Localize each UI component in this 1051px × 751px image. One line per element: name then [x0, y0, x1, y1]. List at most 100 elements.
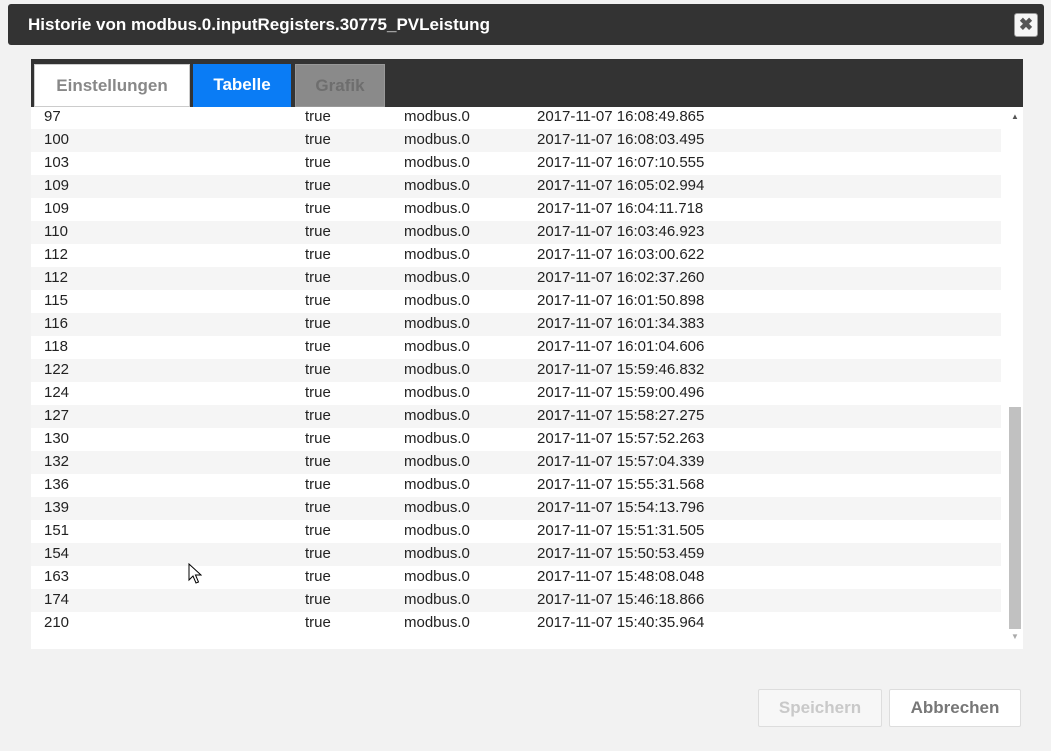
- cell-timestamp: 2017-11-07 15:59:00.496: [537, 384, 705, 401]
- tab-settings[interactable]: Einstellungen: [34, 64, 190, 107]
- table-row[interactable]: 118 true modbus.0 2017-11-07 16:01:04.606: [31, 336, 1001, 359]
- cell-value: 103: [44, 154, 70, 171]
- cell-from: modbus.0: [404, 384, 470, 401]
- cell-from: modbus.0: [404, 453, 470, 470]
- cell-value: 154: [44, 545, 70, 562]
- table-row[interactable]: 97 true modbus.0 2017-11-07 16:08:49.865: [31, 107, 1001, 129]
- cell-value: 210: [44, 614, 70, 631]
- cell-ack: true: [305, 269, 331, 286]
- cell-ack: true: [305, 591, 331, 608]
- table-row[interactable]: 124 true modbus.0 2017-11-07 15:59:00.496: [31, 382, 1001, 405]
- cell-value: 132: [44, 453, 70, 470]
- cell-value: 130: [44, 430, 70, 447]
- cell-timestamp: 2017-11-07 15:55:31.568: [537, 476, 705, 493]
- cell-ack: true: [305, 246, 331, 263]
- cell-value: 109: [44, 177, 70, 194]
- cell-from: modbus.0: [404, 154, 470, 171]
- cell-ack: true: [305, 407, 331, 424]
- table-row[interactable]: 109 true modbus.0 2017-11-07 16:05:02.994: [31, 175, 1001, 198]
- cell-timestamp: 2017-11-07 16:07:10.555: [537, 154, 705, 171]
- cell-timestamp: 2017-11-07 15:59:46.832: [537, 361, 705, 378]
- mouse-pointer-icon: [188, 563, 202, 584]
- cell-ack: true: [305, 568, 331, 585]
- cell-from: modbus.0: [404, 131, 470, 148]
- cell-value: 116: [44, 315, 68, 332]
- cell-value: 127: [44, 407, 70, 424]
- table-row[interactable]: 116 true modbus.0 2017-11-07 16:01:34.383: [31, 313, 1001, 336]
- table-row[interactable]: 210 true modbus.0 2017-11-07 15:40:35.964: [31, 612, 1001, 635]
- cell-ack: true: [305, 614, 331, 631]
- cell-from: modbus.0: [404, 361, 470, 378]
- table-row[interactable]: 163 true modbus.0 2017-11-07 15:48:08.048: [31, 566, 1001, 589]
- cell-value: 115: [44, 292, 68, 309]
- cell-timestamp: 2017-11-07 16:08:49.865: [537, 108, 705, 125]
- cell-from: modbus.0: [404, 200, 470, 217]
- cell-ack: true: [305, 223, 331, 240]
- table-row[interactable]: 110 true modbus.0 2017-11-07 16:03:46.923: [31, 221, 1001, 244]
- table-row[interactable]: 115 true modbus.0 2017-11-07 16:01:50.898: [31, 290, 1001, 313]
- cell-value: 139: [44, 499, 70, 516]
- cell-value: 151: [44, 522, 70, 539]
- cell-value: 163: [44, 568, 70, 585]
- cell-from: modbus.0: [404, 499, 470, 516]
- cell-ack: true: [305, 338, 331, 355]
- scrollbar-thumb[interactable]: [1009, 407, 1021, 629]
- table-row[interactable]: 132 true modbus.0 2017-11-07 15:57:04.339: [31, 451, 1001, 474]
- cell-ack: true: [305, 177, 331, 194]
- table-row[interactable]: 174 true modbus.0 2017-11-07 15:46:18.866: [31, 589, 1001, 612]
- dialog-titlebar: Historie von modbus.0.inputRegisters.307…: [8, 4, 1044, 45]
- table-row[interactable]: 122 true modbus.0 2017-11-07 15:59:46.832: [31, 359, 1001, 382]
- table-row[interactable]: 130 true modbus.0 2017-11-07 15:57:52.263: [31, 428, 1001, 451]
- cell-from: modbus.0: [404, 177, 470, 194]
- cell-from: modbus.0: [404, 269, 470, 286]
- table-row[interactable]: 151 true modbus.0 2017-11-07 15:51:31.505: [31, 520, 1001, 543]
- cell-ack: true: [305, 545, 331, 562]
- cell-from: modbus.0: [404, 108, 470, 125]
- table-row[interactable]: 154 true modbus.0 2017-11-07 15:50:53.459: [31, 543, 1001, 566]
- dialog-title: Historie von modbus.0.inputRegisters.307…: [28, 15, 490, 34]
- table-row[interactable]: 139 true modbus.0 2017-11-07 15:54:13.796: [31, 497, 1001, 520]
- cell-value: 100: [44, 131, 70, 148]
- cell-ack: true: [305, 476, 331, 493]
- table-row[interactable]: 103 true modbus.0 2017-11-07 16:07:10.555: [31, 152, 1001, 175]
- cell-value: 97: [44, 108, 61, 125]
- cell-ack: true: [305, 361, 331, 378]
- cell-from: modbus.0: [404, 568, 470, 585]
- tab-chart[interactable]: Grafik: [295, 64, 385, 107]
- table-row[interactable]: 127 true modbus.0 2017-11-07 15:58:27.275: [31, 405, 1001, 428]
- cell-ack: true: [305, 154, 331, 171]
- cell-value: 124: [44, 384, 70, 401]
- table-row[interactable]: 112 true modbus.0 2017-11-07 16:02:37.260: [31, 267, 1001, 290]
- close-button[interactable]: ✖: [1014, 13, 1038, 37]
- cancel-button[interactable]: Abbrechen: [889, 689, 1021, 727]
- scroll-down-arrow-icon[interactable]: ▼: [1008, 631, 1022, 643]
- table-row[interactable]: 136 true modbus.0 2017-11-07 15:55:31.568: [31, 474, 1001, 497]
- history-dialog: Historie von modbus.0.inputRegisters.307…: [0, 0, 1051, 751]
- cell-ack: true: [305, 315, 331, 332]
- cell-ack: true: [305, 200, 331, 217]
- cell-ack: true: [305, 108, 331, 125]
- tab-bar: Einstellungen Tabelle Grafik: [31, 59, 1023, 107]
- cell-from: modbus.0: [404, 545, 470, 562]
- cell-timestamp: 2017-11-07 16:03:00.622: [537, 246, 705, 263]
- table-row[interactable]: 112 true modbus.0 2017-11-07 16:03:00.622: [31, 244, 1001, 267]
- cell-value: 174: [44, 591, 70, 608]
- cell-timestamp: 2017-11-07 15:48:08.048: [537, 568, 705, 585]
- cell-from: modbus.0: [404, 430, 470, 447]
- scroll-up-arrow-icon[interactable]: ▲: [1008, 111, 1022, 123]
- cell-value: 118: [44, 338, 68, 355]
- cell-ack: true: [305, 430, 331, 447]
- cell-ack: true: [305, 522, 331, 539]
- cell-timestamp: 2017-11-07 16:01:50.898: [537, 292, 705, 309]
- table-row[interactable]: 109 true modbus.0 2017-11-07 16:04:11.718: [31, 198, 1001, 221]
- cell-ack: true: [305, 131, 331, 148]
- vertical-scrollbar[interactable]: ▲ ▼: [1008, 107, 1022, 649]
- save-button[interactable]: Speichern: [758, 689, 882, 727]
- cell-timestamp: 2017-11-07 16:01:04.606: [537, 338, 705, 355]
- cell-timestamp: 2017-11-07 15:46:18.866: [537, 591, 705, 608]
- cell-from: modbus.0: [404, 407, 470, 424]
- cell-ack: true: [305, 499, 331, 516]
- tab-table[interactable]: Tabelle: [193, 64, 291, 107]
- table-row[interactable]: 100 true modbus.0 2017-11-07 16:08:03.495: [31, 129, 1001, 152]
- history-table[interactable]: 97 true modbus.0 2017-11-07 16:08:49.865 100…: [31, 107, 1023, 649]
